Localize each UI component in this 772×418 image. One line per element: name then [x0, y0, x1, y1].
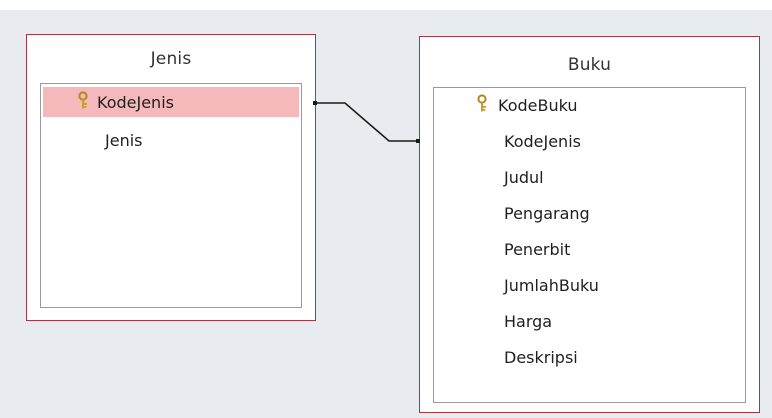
relationship-endpoint: [313, 101, 317, 105]
relationship-line[interactable]: [0, 0, 772, 418]
relationships-canvas: Jenis KodeJenis Jenis Buku KodeBuku Kode…: [0, 0, 772, 418]
relationship-endpoint: [416, 139, 420, 143]
